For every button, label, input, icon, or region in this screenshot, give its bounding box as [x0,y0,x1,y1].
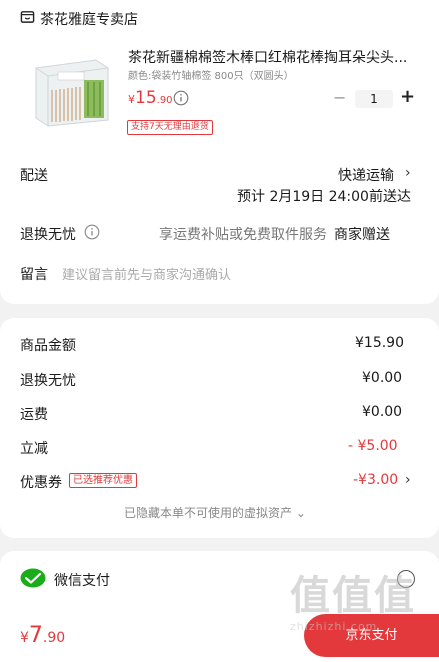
price-symbol: ¥ [128,93,135,106]
product-spec[interactable]: 颜色:袋装竹轴棉签 800只（双圆头） [128,67,294,82]
payment-method-label[interactable]: 微信支付 [54,570,110,590]
wechat-pay-icon [20,568,46,588]
order-total: ¥7.90 [20,623,65,648]
summary-value-shipping: ¥0.00 [362,404,403,420]
summary-label-discount: 立减 [20,441,48,457]
summary-label-shipping: 运费 [20,407,48,423]
total-integer: 7 [28,623,43,648]
delivery-eta: 预计 2月19日 24:00前送达 [237,189,411,205]
summary-label-coupon[interactable]: 优惠券 [20,472,62,492]
summary-value-goods: ¥15.90 [355,335,404,351]
quantity-field[interactable]: 1 [355,90,393,108]
product-name[interactable]: 茶花新疆棉棉签木棒口红棉花棒掏耳朵尖头... [128,47,418,67]
message-input[interactable]: 建议留言前先与商家沟通确认 [62,264,231,283]
summary-value-return: ¥0.00 [362,370,403,386]
delivery-label: 配送 [20,168,48,184]
summary-value-coupon[interactable]: -¥3.00 [353,472,398,488]
order-card: 茶花雅庭专卖店 茶花新疆棉棉签木棒口红棉花棒掏耳朵尖头... 颜色:袋装竹轴棉签… [0,0,439,304]
hidden-assets-note[interactable]: 已隐藏本单不可使用的虚拟资产 ⌄ [124,504,306,521]
delivery-method[interactable]: 快递运输 [338,165,394,185]
summary-value-discount: - ¥5.00 [348,438,398,454]
summary-label-goods: 商品金额 [20,338,76,354]
watermark-url: zhizhizhi.com [290,620,378,633]
return-service-label: 退换无忧 [20,227,76,243]
message-label: 留言 [20,267,48,283]
quantity-increase-button[interactable]: + [400,86,415,107]
return-service-provider: 商家赠送 [334,227,390,243]
coupon-chevron-icon[interactable]: › [405,472,411,488]
quantity-decrease-button[interactable]: − [333,88,346,107]
return-info-icon[interactable] [84,224,100,240]
product-thumbnail[interactable] [30,50,114,130]
delivery-chevron-icon[interactable]: › [405,165,411,181]
summary-label-return: 退换无忧 [20,373,76,389]
product-price: ¥15.90 [128,88,173,108]
price-info-icon[interactable] [173,90,189,106]
store-icon [20,11,35,23]
price-integer: 15 [135,88,157,108]
return-policy-badge: 支持7天无理由退货 [127,120,213,135]
watermark: 值值值 zhizhizhi.com [290,572,439,662]
return-service-description: 享运费补贴或免费取件服务 [159,227,327,243]
coupon-tag: 已选推荐优惠 [69,473,137,488]
watermark-chars: 值值值 [290,573,416,619]
total-symbol: ¥ [20,630,29,646]
price-summary-card: 商品金额 ¥15.90 退换无忧 ¥0.00 运费 ¥0.00 立减 - ¥5.… [0,318,439,538]
store-name[interactable]: 茶花雅庭专卖店 [40,9,138,29]
price-decimal: .90 [156,95,173,106]
total-decimal: .90 [42,630,66,646]
